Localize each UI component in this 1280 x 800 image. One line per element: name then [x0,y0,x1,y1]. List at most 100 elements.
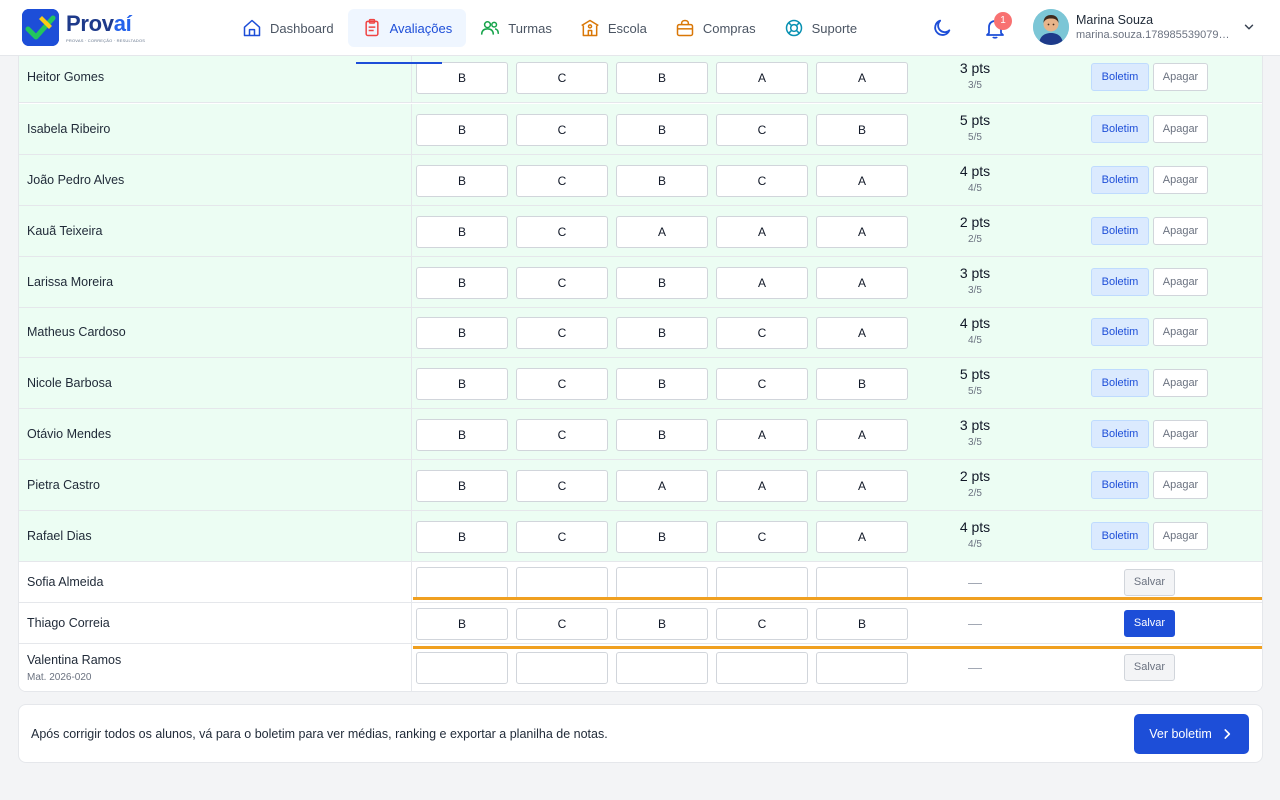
table-row: Rafael Dias B C B C A 4 pts 4/5 Boletim Apagar [19,511,1262,562]
answer-input-q2[interactable]: C [516,469,608,502]
answer-input-q1[interactable]: B [416,164,508,197]
boletim-button[interactable]: Boletim [1091,470,1149,499]
answer-input-q5[interactable]: A [816,266,908,299]
answer-input-q1[interactable]: B [416,266,508,299]
answer-input-q5[interactable]: A [816,215,908,248]
answer-input-q2[interactable]: C [516,317,608,349]
answer-input-q4[interactable]: C [716,317,808,349]
nav-escola[interactable]: Escola [566,9,661,47]
answer-input-q3[interactable]: B [616,607,708,640]
salvar-button[interactable]: Salvar [1124,654,1175,681]
boletim-button[interactable]: Boletim [1091,318,1149,346]
boletim-button[interactable]: Boletim [1091,267,1149,296]
answer-input-q5[interactable]: A [816,62,908,94]
boletim-button[interactable]: Boletim [1091,419,1149,448]
answer-input-q2[interactable] [516,566,608,599]
answer-input-q3[interactable]: B [616,317,708,349]
answer-input-q3[interactable]: B [616,113,708,146]
user-menu[interactable]: Marina Souza marina.souza.178985539079… [1033,9,1263,47]
answer-input-q4[interactable]: C [716,607,808,640]
answer-input-q2[interactable]: C [516,164,608,197]
boletim-button[interactable]: Boletim [1091,521,1149,550]
app-logo[interactable]: Provaí PROVAS · CORREÇÃO · RESULTADOS [22,9,145,46]
answer-input-q5[interactable]: B [816,113,908,146]
answer-input-q5[interactable]: A [816,317,908,349]
answer-input-q3[interactable]: B [616,367,708,400]
answer-input-q5[interactable] [816,652,908,684]
answer-input-q1[interactable]: B [416,607,508,640]
boletim-button[interactable]: Boletim [1091,368,1149,397]
answer-input-q4[interactable]: A [716,266,808,299]
boletim-button[interactable]: Boletim [1091,165,1149,194]
answer-input-q5[interactable]: A [816,469,908,502]
answer-input-q2[interactable]: C [516,607,608,640]
answer-input-q3[interactable] [616,652,708,684]
dark-mode-moon-icon[interactable] [931,17,953,39]
answer-input-q3[interactable]: B [616,520,708,553]
answer-input-q3[interactable]: A [616,469,708,502]
answer-input-q3[interactable]: B [616,62,708,94]
answer-input-q1[interactable]: B [416,367,508,400]
salvar-button[interactable]: Salvar [1124,568,1175,596]
apagar-button[interactable]: Apagar [1153,216,1208,245]
answer-input-q5[interactable]: B [816,607,908,640]
answer-input-q4[interactable]: A [716,469,808,502]
answer-input-q4[interactable]: C [716,367,808,400]
nav-avaliacoes[interactable]: Avaliações [347,9,467,47]
answer-input-q2[interactable]: C [516,266,608,299]
apagar-button[interactable]: Apagar [1153,63,1208,91]
apagar-button[interactable]: Apagar [1153,165,1208,194]
answer-input-q2[interactable]: C [516,418,608,451]
apagar-button[interactable]: Apagar [1153,419,1208,448]
ver-boletim-button[interactable]: Ver boletim [1134,714,1249,754]
apagar-button[interactable]: Apagar [1153,114,1208,143]
apagar-button[interactable]: Apagar [1153,470,1208,499]
answer-input-q1[interactable]: B [416,317,508,349]
answer-input-q1[interactable]: B [416,520,508,553]
answer-input-q3[interactable] [616,566,708,599]
answer-input-q5[interactable]: A [816,520,908,553]
answer-input-q1[interactable]: B [416,113,508,146]
answer-input-q2[interactable]: C [516,367,608,400]
answer-input-q4[interactable]: A [716,215,808,248]
answer-input-q2[interactable]: C [516,520,608,553]
answer-input-q1[interactable]: B [416,62,508,94]
salvar-button[interactable]: Salvar [1124,609,1175,637]
nav-suporte[interactable]: Suporte [770,9,872,47]
boletim-button[interactable]: Boletim [1091,114,1149,143]
nav-compras[interactable]: Compras [661,9,770,47]
answer-input-q1[interactable]: B [416,418,508,451]
apagar-button[interactable]: Apagar [1153,318,1208,346]
answer-input-q4[interactable]: A [716,62,808,94]
answer-input-q4[interactable]: C [716,520,808,553]
apagar-button[interactable]: Apagar [1153,368,1208,397]
answer-input-q2[interactable] [516,652,608,684]
nav-dashboard[interactable]: Dashboard [228,9,348,47]
answer-input-q1[interactable] [416,566,508,599]
answer-input-q4[interactable]: A [716,418,808,451]
answer-input-q4[interactable] [716,652,808,684]
answer-input-q2[interactable]: C [516,215,608,248]
answer-input-q3[interactable]: A [616,215,708,248]
answer-input-q5[interactable]: A [816,418,908,451]
answer-input-q1[interactable]: B [416,215,508,248]
boletim-button[interactable]: Boletim [1091,216,1149,245]
answer-input-q4[interactable]: C [716,164,808,197]
boletim-button[interactable]: Boletim [1091,63,1149,91]
answer-input-q4[interactable] [716,566,808,599]
answer-input-q5[interactable]: B [816,367,908,400]
answer-input-q2[interactable]: C [516,113,608,146]
answer-input-q1[interactable]: B [416,469,508,502]
nav-turmas[interactable]: Turmas [466,9,566,47]
score-points: 3 pts [959,264,991,281]
answer-input-q1[interactable] [416,652,508,684]
answer-input-q5[interactable] [816,566,908,599]
answer-input-q3[interactable]: B [616,418,708,451]
answer-input-q4[interactable]: C [716,113,808,146]
apagar-button[interactable]: Apagar [1153,267,1208,296]
answer-input-q3[interactable]: B [616,164,708,197]
answer-input-q3[interactable]: B [616,266,708,299]
apagar-button[interactable]: Apagar [1153,521,1208,550]
answer-input-q2[interactable]: C [516,62,608,94]
answer-input-q5[interactable]: A [816,164,908,197]
